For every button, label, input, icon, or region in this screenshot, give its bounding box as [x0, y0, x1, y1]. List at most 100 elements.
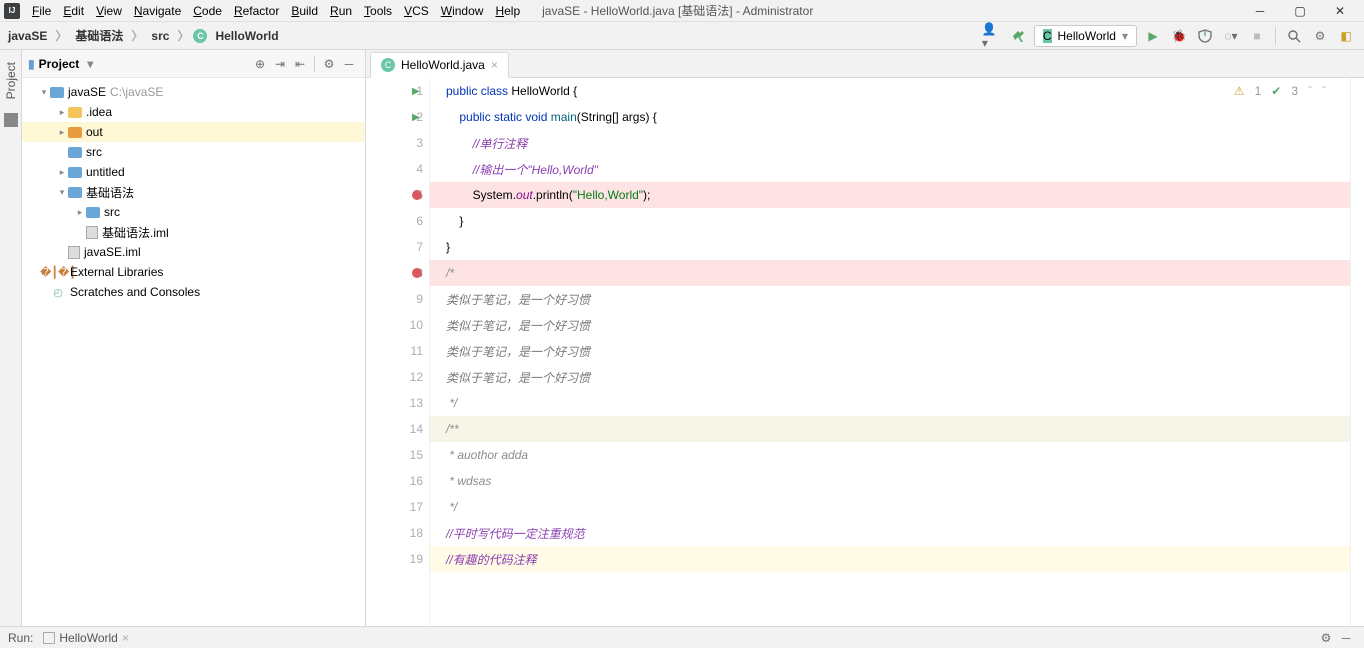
- run-settings-icon[interactable]: ⚙: [1316, 628, 1336, 648]
- menu-edit[interactable]: Edit: [57, 2, 90, 20]
- menu-refactor[interactable]: Refactor: [228, 2, 285, 20]
- code-line[interactable]: System.out.println("Hello,World");: [430, 182, 1350, 208]
- gutter-line[interactable]: 19: [366, 546, 429, 572]
- run-configuration-select[interactable]: C HelloWorld ▾: [1034, 25, 1137, 47]
- coverage-button[interactable]: [1195, 26, 1215, 46]
- project-tree[interactable]: ▾javaSEC:\javaSE▸.idea▸outsrc▸untitled▾基…: [22, 78, 365, 626]
- gutter-line[interactable]: 3: [366, 130, 429, 156]
- minimize-button[interactable]: ─: [1240, 1, 1280, 21]
- editor-gutter[interactable]: 1▶2▶345678910111213141516171819: [366, 78, 430, 626]
- menu-navigate[interactable]: Navigate: [128, 2, 187, 20]
- tree-item[interactable]: ◴Scratches and Consoles: [22, 282, 365, 302]
- tree-item[interactable]: ▸�┃�┃External Libraries: [22, 262, 365, 282]
- tree-item[interactable]: ▸src: [22, 202, 365, 222]
- hide-panel-icon[interactable]: ─: [339, 54, 359, 74]
- run-gutter-icon[interactable]: ▶: [412, 112, 420, 123]
- gutter-line[interactable]: 9: [366, 286, 429, 312]
- gutter-line[interactable]: 1▶: [366, 78, 429, 104]
- code-line[interactable]: public static void main(String[] args) {: [430, 104, 1350, 130]
- close-tab-icon[interactable]: ×: [491, 58, 498, 72]
- tree-arrow-icon[interactable]: ▸: [74, 207, 86, 218]
- code-line[interactable]: //平时写代码一定注重规范: [430, 520, 1350, 546]
- search-icon[interactable]: [1284, 26, 1304, 46]
- gutter-line[interactable]: 11: [366, 338, 429, 364]
- code-line[interactable]: //输出一个"Hello,World": [430, 156, 1350, 182]
- more-icon[interactable]: ◧: [1336, 26, 1356, 46]
- crumb-module[interactable]: 基础语法: [71, 25, 127, 46]
- breadcrumb[interactable]: javaSE 〉 基础语法 〉 src 〉 C HelloWorld: [4, 25, 283, 46]
- tree-item[interactable]: ▸out: [22, 122, 365, 142]
- expand-all-icon[interactable]: ⇥: [270, 54, 290, 74]
- user-icon[interactable]: 👤▾: [982, 26, 1002, 46]
- gutter-line[interactable]: 13: [366, 390, 429, 416]
- code-line[interactable]: * auothor adda: [430, 442, 1350, 468]
- tree-item[interactable]: ▸.idea: [22, 102, 365, 122]
- tab-helloworld[interactable]: C HelloWorld.java ×: [370, 52, 509, 78]
- tree-item[interactable]: ▸untitled: [22, 162, 365, 182]
- hide-run-icon[interactable]: ─: [1336, 628, 1356, 648]
- build-hammer-icon[interactable]: [1008, 26, 1028, 46]
- tree-item[interactable]: ▾javaSEC:\javaSE: [22, 82, 365, 102]
- code-line[interactable]: }: [430, 208, 1350, 234]
- gutter-line[interactable]: 10: [366, 312, 429, 338]
- tree-item[interactable]: 基础语法.iml: [22, 222, 365, 242]
- gutter-line[interactable]: 16: [366, 468, 429, 494]
- code-line[interactable]: /**: [430, 416, 1350, 442]
- settings-gear-icon[interactable]: ⚙: [1310, 26, 1330, 46]
- tree-arrow-icon[interactable]: ▾: [56, 187, 68, 198]
- tree-arrow-icon[interactable]: ▸: [56, 167, 68, 178]
- menu-code[interactable]: Code: [187, 2, 228, 20]
- gutter-line[interactable]: 7: [366, 234, 429, 260]
- locate-icon[interactable]: ⊕: [250, 54, 270, 74]
- menu-window[interactable]: Window: [435, 2, 490, 20]
- tree-item[interactable]: ▾基础语法: [22, 182, 365, 202]
- maximize-button[interactable]: ▢: [1280, 1, 1320, 21]
- close-button[interactable]: ✕: [1320, 1, 1360, 21]
- chevron-down-icon[interactable]: ▾: [87, 57, 93, 71]
- menu-build[interactable]: Build: [285, 2, 324, 20]
- code-line[interactable]: }: [430, 234, 1350, 260]
- code-line[interactable]: 类似于笔记，是一个好习惯: [430, 312, 1350, 338]
- debug-button[interactable]: 🐞: [1169, 26, 1189, 46]
- menu-view[interactable]: View: [90, 2, 128, 20]
- menu-help[interactable]: Help: [489, 2, 526, 20]
- menu-tools[interactable]: Tools: [358, 2, 398, 20]
- run-button[interactable]: ▶: [1143, 26, 1163, 46]
- collapse-all-icon[interactable]: ⇤: [290, 54, 310, 74]
- stop-button[interactable]: ■: [1247, 26, 1267, 46]
- gutter-line[interactable]: 4: [366, 156, 429, 182]
- menu-file[interactable]: File: [26, 2, 57, 20]
- gutter-line[interactable]: 12: [366, 364, 429, 390]
- crumb-file[interactable]: HelloWorld: [211, 27, 282, 45]
- code-line[interactable]: */: [430, 494, 1350, 520]
- gutter-line[interactable]: 2▶: [366, 104, 429, 130]
- tree-arrow-icon[interactable]: ▸: [56, 107, 68, 118]
- crumb-project[interactable]: javaSE: [4, 27, 51, 45]
- close-run-icon[interactable]: ×: [122, 631, 129, 645]
- error-stripe[interactable]: [1350, 78, 1364, 626]
- breakpoint-icon[interactable]: [412, 190, 422, 200]
- gutter-line[interactable]: 15: [366, 442, 429, 468]
- code-line[interactable]: //单行注释: [430, 130, 1350, 156]
- chevron-up-icon[interactable]: ˆ: [1308, 84, 1312, 98]
- code-line[interactable]: * wdsas: [430, 468, 1350, 494]
- gutter-line[interactable]: 6: [366, 208, 429, 234]
- gutter-line[interactable]: 5: [366, 182, 429, 208]
- code-line[interactable]: /*: [430, 260, 1350, 286]
- project-tool-tab[interactable]: Project: [2, 56, 20, 105]
- code-line[interactable]: 类似于笔记，是一个好习惯: [430, 338, 1350, 364]
- tree-arrow-icon[interactable]: ▾: [38, 87, 50, 98]
- structure-tool-icon[interactable]: [4, 113, 18, 127]
- code-editor[interactable]: 1▶2▶345678910111213141516171819 ⚠1 ✔3 ˆ …: [366, 78, 1364, 626]
- code-line[interactable]: */: [430, 390, 1350, 416]
- code-line[interactable]: 类似于笔记，是一个好习惯: [430, 364, 1350, 390]
- breakpoint-icon[interactable]: [412, 268, 422, 278]
- code-line[interactable]: //有趣的代码注释: [430, 546, 1350, 572]
- run-gutter-icon[interactable]: ▶: [412, 86, 420, 97]
- chevron-down-icon[interactable]: ˇ: [1322, 84, 1326, 98]
- gutter-line[interactable]: 14: [366, 416, 429, 442]
- gutter-line[interactable]: 17: [366, 494, 429, 520]
- crumb-folder[interactable]: src: [147, 27, 173, 45]
- gutter-line[interactable]: 18: [366, 520, 429, 546]
- code-line[interactable]: public class HelloWorld {: [430, 78, 1350, 104]
